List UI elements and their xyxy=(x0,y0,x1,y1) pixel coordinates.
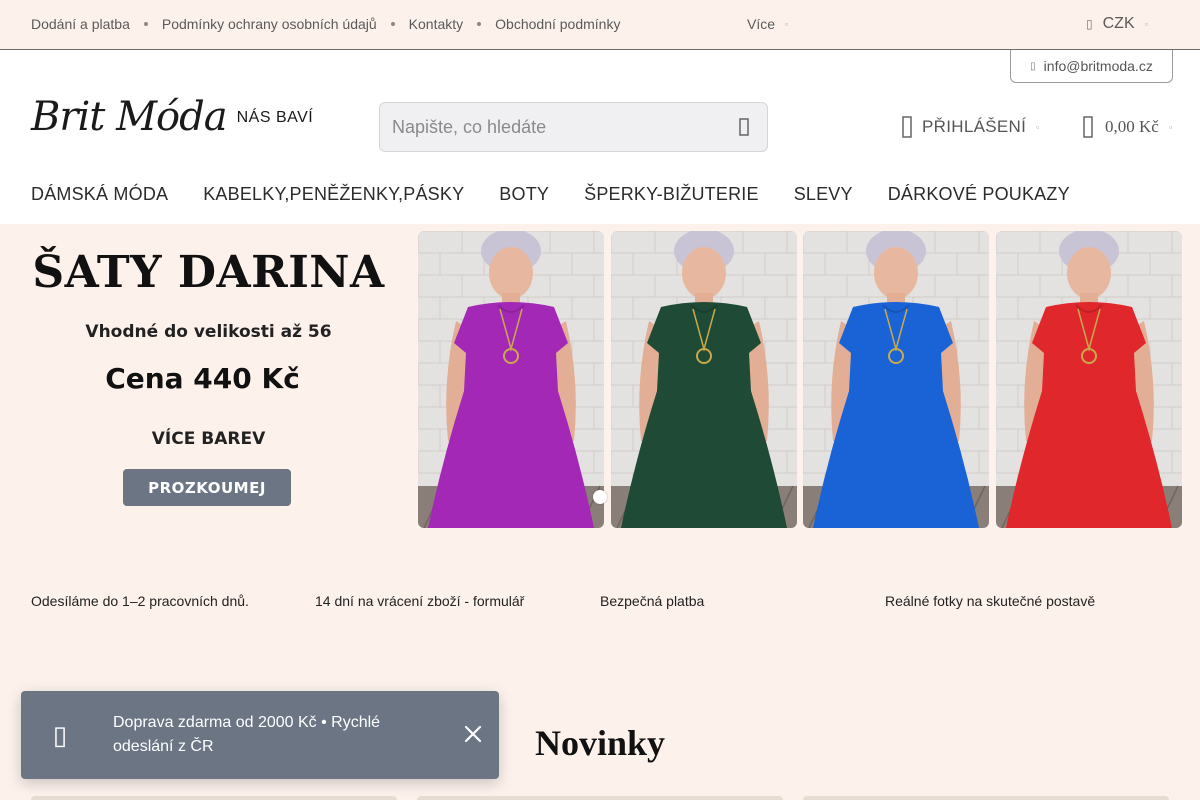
top-link-privacy[interactable]: Podmínky ochrany osobních údajů xyxy=(162,16,377,32)
email-address: info@britmoda.cz xyxy=(1043,58,1153,74)
hero-photo-4[interactable] xyxy=(996,231,1182,528)
user-icon xyxy=(902,116,912,138)
top-link-delivery[interactable]: Dodání a platba xyxy=(31,16,130,32)
chevron-down-icon: ▫ xyxy=(1168,122,1173,132)
main-navigation: DÁMSKÁ MÓDA KABELKY,PENĚŽENKY,PÁSKY BOTY… xyxy=(31,184,1105,205)
nav-item-womens-fashion[interactable]: DÁMSKÁ MÓDA xyxy=(31,184,168,205)
chevron-down-icon: ▫ xyxy=(1036,122,1040,132)
dress-photo-graphic xyxy=(611,231,797,528)
separator-dot xyxy=(143,22,148,26)
hero-size-note: Vhodné do velikosti až 56 xyxy=(85,322,332,342)
dress-photo-graphic xyxy=(418,231,604,528)
more-menu[interactable]: Více ▫ xyxy=(747,16,788,32)
hero-photo-1[interactable] xyxy=(418,231,604,528)
usp-returns[interactable]: 14 dní na vrácení zboží - formulář xyxy=(315,593,524,609)
nav-item-sale[interactable]: SLEVY xyxy=(794,184,853,205)
separator-dot xyxy=(390,22,395,26)
currency-selector[interactable]: ▯ CZK ▫ xyxy=(1086,15,1148,33)
top-link-contacts[interactable]: Kontakty xyxy=(409,16,463,32)
truck-icon: ▯ xyxy=(52,719,68,750)
product-card[interactable] xyxy=(417,796,783,800)
dress-photo-graphic xyxy=(996,231,1182,528)
usp-shipping: Odesíláme do 1–2 pracovních dnů. xyxy=(31,593,249,609)
login-button[interactable]: PŘIHLÁŠENÍ ▫ xyxy=(902,116,1040,138)
separator-dot xyxy=(477,22,482,26)
cart-icon xyxy=(1083,116,1093,138)
hero-title: ŠATY DARINA xyxy=(32,247,385,298)
close-icon[interactable] xyxy=(461,722,485,746)
chevron-down-icon: ▫ xyxy=(785,19,789,29)
top-bar: Dodání a platba Podmínky ochrany osobníc… xyxy=(0,0,1200,50)
search-bar xyxy=(379,102,768,152)
product-card[interactable] xyxy=(803,796,1169,800)
chevron-down-icon: ▫ xyxy=(1144,19,1148,29)
carousel-dot[interactable] xyxy=(593,490,607,504)
site-header: ▯ info@britmoda.cz Brit Móda NÁS BAVÍ PŘ… xyxy=(0,50,1200,224)
hero-colors-note: VÍCE BAREV xyxy=(151,429,266,449)
search-icon[interactable] xyxy=(733,116,755,138)
currency-icon: ▯ xyxy=(1086,17,1093,31)
usp-real-photos: Reálné fotky na skutečné postavě xyxy=(885,593,1096,609)
notification-text: Doprava zdarma od 2000 Kč • Rychlé odesl… xyxy=(113,714,381,755)
mail-icon: ▯ xyxy=(1030,60,1036,72)
hero-price: Cena 440 Kč xyxy=(105,362,300,395)
nav-item-jewelry[interactable]: ŠPERKY-BIŽUTERIE xyxy=(584,184,759,205)
top-links: Dodání a platba Podmínky ochrany osobníc… xyxy=(31,16,620,32)
site-logo[interactable]: Brit Móda NÁS BAVÍ xyxy=(31,97,313,137)
hero-banner-text[interactable]: ŠATY DARINA Vhodné do velikosti až 56 Ce… xyxy=(31,231,401,528)
explore-button[interactable]: PROZKOUMEJ xyxy=(123,469,291,506)
nav-item-shoes[interactable]: BOTY xyxy=(499,184,549,205)
product-card[interactable] xyxy=(31,796,397,800)
nav-item-gift-vouchers[interactable]: DÁRKOVÉ POUKAZY xyxy=(888,184,1070,205)
logo-script-text: Brit Móda xyxy=(31,94,228,140)
login-label: PŘIHLÁŠENÍ xyxy=(922,117,1027,136)
dress-photo-graphic xyxy=(803,231,989,528)
email-contact[interactable]: ▯ info@britmoda.cz xyxy=(1010,50,1173,83)
currency-label: CZK xyxy=(1102,15,1135,32)
hero-photo-2[interactable] xyxy=(611,231,797,528)
usp-secure-payment: Bezpečná platba xyxy=(600,593,705,609)
cart-button[interactable]: 0,00 Kč ▫ xyxy=(1083,116,1172,138)
hero-photo-3[interactable] xyxy=(803,231,989,528)
more-menu-label: Více xyxy=(747,16,776,32)
shipping-notification: ▯ Doprava zdarma od 2000 Kč • Rychlé ode… xyxy=(21,691,499,779)
cart-total: 0,00 Kč xyxy=(1105,117,1159,136)
top-link-terms[interactable]: Obchodní podmínky xyxy=(495,16,620,32)
nav-item-bags[interactable]: KABELKY,PENĚŽENKY,PÁSKY xyxy=(203,184,464,205)
search-input[interactable] xyxy=(392,116,722,138)
logo-tagline: NÁS BAVÍ xyxy=(236,109,314,126)
